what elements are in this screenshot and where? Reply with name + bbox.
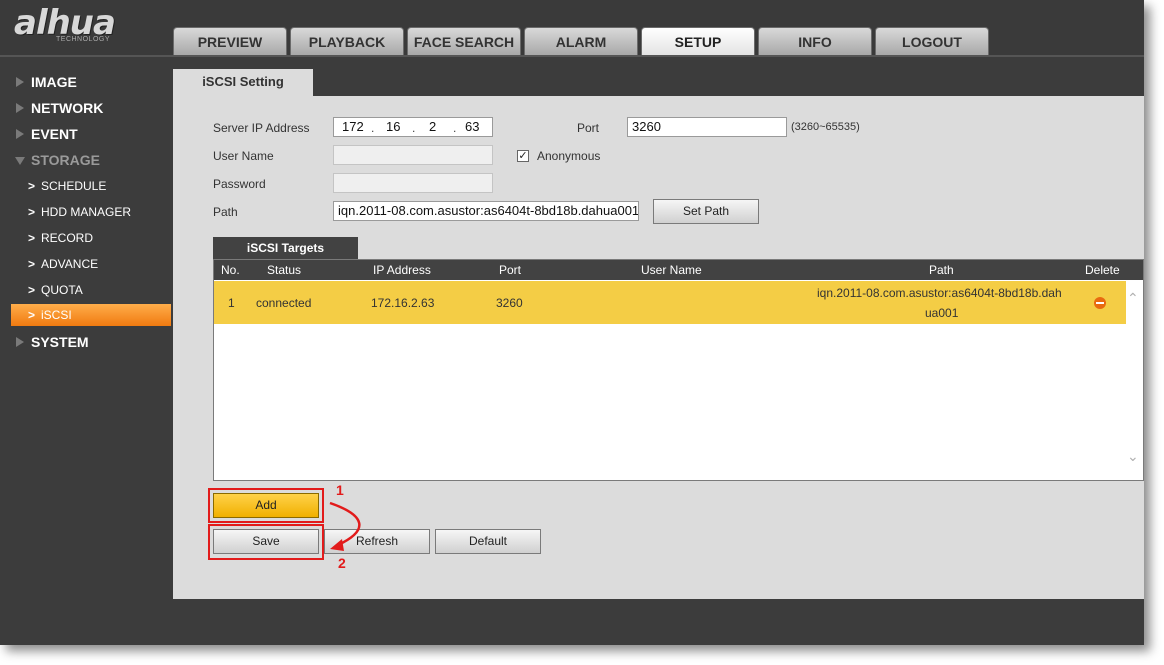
expand-arrow-icon [16, 337, 24, 347]
row-no: 1 [228, 296, 235, 310]
sidebar: IMAGE NETWORK EVENT STORAGE > SCHEDULE >… [0, 58, 172, 645]
password-input[interactable] [333, 173, 493, 193]
logo-text: alhua [14, 3, 116, 43]
path-input[interactable]: iqn.2011-08.com.asustor:as6404t-8bd18b.d… [333, 201, 639, 221]
row-path-line1: iqn.2011-08.com.asustor:as6404t-8bd18b.d… [817, 286, 1062, 300]
server-ip-input[interactable]: 172 . 16 . 2 . 63 [333, 117, 493, 137]
logo-tagline: TECHNOLOGY [56, 36, 111, 43]
iscsi-targets-table: No. Status IP Address Port User Name Pat… [213, 259, 1144, 481]
tab-info[interactable]: INFO [758, 27, 872, 55]
sidebar-item-label: IMAGE [31, 74, 77, 90]
logo: alhua TECHNOLOGY [14, 3, 116, 43]
highlight-add-box [208, 488, 324, 523]
ip-separator: . [412, 121, 416, 135]
sidebar-item-label: HDD MANAGER [41, 205, 132, 219]
column-ip-address: IP Address [373, 263, 431, 277]
ip-separator: . [453, 121, 457, 135]
column-user-name: User Name [641, 263, 702, 277]
row-ip-address: 172.16.2.63 [371, 296, 435, 310]
app-window: alhua TECHNOLOGY PREVIEW PLAYBACK FACE S… [0, 0, 1144, 645]
sidebar-item-advance[interactable]: > ADVANCE [11, 253, 171, 275]
tab-alarm[interactable]: ALARM [524, 27, 638, 55]
row-port: 3260 [496, 296, 523, 310]
row-status: connected [256, 296, 312, 310]
ip-separator: . [371, 121, 375, 135]
sidebar-item-network[interactable]: NETWORK [0, 96, 172, 120]
sidebar-item-label: STORAGE [31, 152, 100, 168]
default-button[interactable]: Default [435, 529, 541, 554]
column-port: Port [499, 263, 522, 277]
table-header: No. Status IP Address Port User Name Pat… [214, 260, 1143, 280]
tab-preview[interactable]: PREVIEW [173, 27, 287, 55]
tab-logout[interactable]: LOGOUT [875, 27, 989, 55]
chevron-right-icon: > [28, 257, 36, 271]
table-row[interactable]: 1 connected 172.16.2.63 3260 iqn.2011-08… [214, 281, 1126, 324]
sidebar-item-hdd-manager[interactable]: > HDD MANAGER [11, 201, 171, 223]
collapse-arrow-icon [15, 157, 25, 165]
highlight-save-box [208, 524, 324, 560]
sidebar-item-label: QUOTA [41, 283, 83, 297]
sidebar-item-image[interactable]: IMAGE [0, 70, 172, 94]
scroll-up-icon[interactable]: ⌃ [1127, 290, 1139, 307]
sidebar-item-iscsi[interactable]: > iSCSI [11, 304, 171, 326]
ip-octet-3: 2 [429, 119, 437, 134]
port-input[interactable]: 3260 [627, 117, 787, 137]
password-label: Password [213, 177, 266, 191]
expand-arrow-icon [16, 129, 24, 139]
sidebar-item-label: SYSTEM [31, 334, 89, 350]
sidebar-item-label: NETWORK [31, 100, 104, 116]
step-2-label: 2 [338, 555, 346, 571]
ip-octet-1: 172 [342, 119, 364, 134]
row-path-line2: ua001 [925, 306, 959, 320]
main-tabs: PREVIEW PLAYBACK FACE SEARCH ALARM SETUP… [173, 27, 992, 56]
delete-icon[interactable] [1094, 297, 1106, 309]
column-status: Status [267, 263, 302, 277]
anonymous-label: Anonymous [537, 149, 601, 163]
iscsi-targets-tab: iSCSI Targets [213, 237, 358, 259]
set-path-button[interactable]: Set Path [653, 199, 759, 224]
ip-octet-4: 63 [465, 119, 480, 134]
username-label: User Name [213, 149, 274, 163]
anonymous-checkbox[interactable]: ✓ [517, 150, 529, 162]
header: alhua TECHNOLOGY PREVIEW PLAYBACK FACE S… [0, 0, 1144, 56]
sidebar-item-storage[interactable]: STORAGE [0, 148, 172, 172]
tab-face-search[interactable]: FACE SEARCH [407, 27, 521, 55]
step-arrow-icon [329, 501, 361, 551]
chevron-right-icon: > [28, 179, 36, 193]
chevron-right-icon: > [28, 308, 36, 322]
sidebar-item-label: SCHEDULE [41, 179, 107, 193]
expand-arrow-icon [16, 103, 24, 113]
username-input[interactable] [333, 145, 493, 165]
panel-tabbar [173, 67, 1144, 95]
column-delete: Delete [1085, 263, 1120, 277]
chevron-right-icon: > [28, 283, 36, 297]
column-path: Path [929, 263, 954, 277]
column-no: No. [221, 263, 240, 277]
sidebar-item-quota[interactable]: > QUOTA [11, 279, 171, 301]
sidebar-item-schedule[interactable]: > SCHEDULE [11, 175, 171, 197]
chevron-right-icon: > [28, 231, 36, 245]
header-divider [0, 55, 1144, 57]
expand-arrow-icon [16, 77, 24, 87]
scroll-down-icon[interactable]: ⌄ [1127, 448, 1139, 465]
tab-playback[interactable]: PLAYBACK [290, 27, 404, 55]
sidebar-item-label: iSCSI [41, 308, 72, 322]
sidebar-item-label: EVENT [31, 126, 78, 142]
tab-setup[interactable]: SETUP [641, 27, 755, 55]
sidebar-item-label: RECORD [41, 231, 94, 245]
sidebar-item-event[interactable]: EVENT [0, 122, 172, 146]
chevron-right-icon: > [28, 205, 36, 219]
panel-title-tab[interactable]: iSCSI Setting [173, 69, 313, 96]
server-ip-label: Server IP Address [213, 121, 310, 135]
port-range-hint: (3260~65535) [791, 121, 860, 133]
sidebar-item-record[interactable]: > RECORD [11, 227, 171, 249]
sidebar-item-system[interactable]: SYSTEM [0, 330, 172, 354]
path-label: Path [213, 205, 238, 219]
sidebar-item-label: ADVANCE [41, 257, 99, 271]
port-label: Port [577, 121, 600, 135]
ip-octet-2: 16 [386, 119, 401, 134]
